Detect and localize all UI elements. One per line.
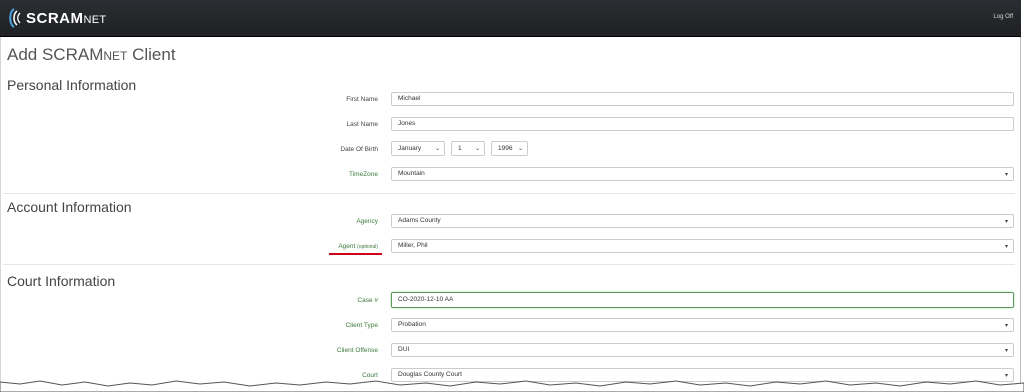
dob-year-select[interactable]: 1996 ⌄ <box>491 141 528 156</box>
page-title: Add SCRAMNET Client <box>7 45 176 64</box>
timezone-label: TimeZone <box>348 171 378 178</box>
agent-select[interactable]: Miller, Phil ▾ <box>391 239 1014 253</box>
first-name-field[interactable]: Michael <box>391 92 1014 106</box>
chevron-down-icon: ▾ <box>1004 219 1008 225</box>
section-heading-personal: Personal Information <box>7 77 137 93</box>
client-offense-select[interactable]: DUI ▾ <box>391 343 1014 357</box>
client-offense-label: Client Offense <box>336 347 378 354</box>
section-heading-account: Account Information <box>7 199 132 215</box>
dob-label: Date Of Birth <box>340 146 378 153</box>
case-number-label: Case # <box>357 297 378 304</box>
scram-logo-icon <box>9 8 21 28</box>
chevron-down-icon: ▾ <box>1004 172 1008 178</box>
chevron-down-icon: ⌄ <box>474 146 480 152</box>
chevron-down-icon: ⌄ <box>434 146 440 152</box>
scramnet-logo[interactable]: SCRAMNET <box>5 8 106 28</box>
dob-month-select[interactable]: January ⌄ <box>391 141 445 156</box>
optional-tag: (optional) <box>357 244 378 250</box>
client-type-label: Client Type <box>345 322 378 329</box>
section-heading-court: Court Information <box>7 273 116 289</box>
agency-label: Agency <box>356 218 378 225</box>
last-name-field[interactable]: Jones <box>391 117 1014 131</box>
section-divider <box>3 264 1015 265</box>
chevron-down-icon: ▾ <box>1004 323 1008 329</box>
logo-text: SCRAMNET <box>26 9 107 27</box>
torn-edge <box>0 380 1024 392</box>
chevron-down-icon: ▾ <box>1004 348 1008 354</box>
case-number-field[interactable]: CO-2020-12-10 AA <box>391 292 1014 308</box>
timezone-select[interactable]: Mountain ▾ <box>391 167 1014 181</box>
client-type-select[interactable]: Probation ▾ <box>391 318 1014 332</box>
top-navbar: SCRAMNET Log Off <box>0 0 1021 37</box>
logoff-link[interactable]: Log Off <box>993 14 1013 20</box>
first-name-label: First Name <box>346 96 378 103</box>
last-name-label: Last Name <box>346 121 378 128</box>
agent-label: Agent (optional) <box>338 243 378 250</box>
chevron-down-icon: ⌄ <box>517 146 523 152</box>
annotation-underline <box>329 253 382 255</box>
section-divider <box>3 193 1015 194</box>
chevron-down-icon: ▾ <box>1004 244 1008 250</box>
dob-day-select[interactable]: 1 ⌄ <box>451 141 485 156</box>
agency-select[interactable]: Adams County ▾ <box>391 214 1014 228</box>
